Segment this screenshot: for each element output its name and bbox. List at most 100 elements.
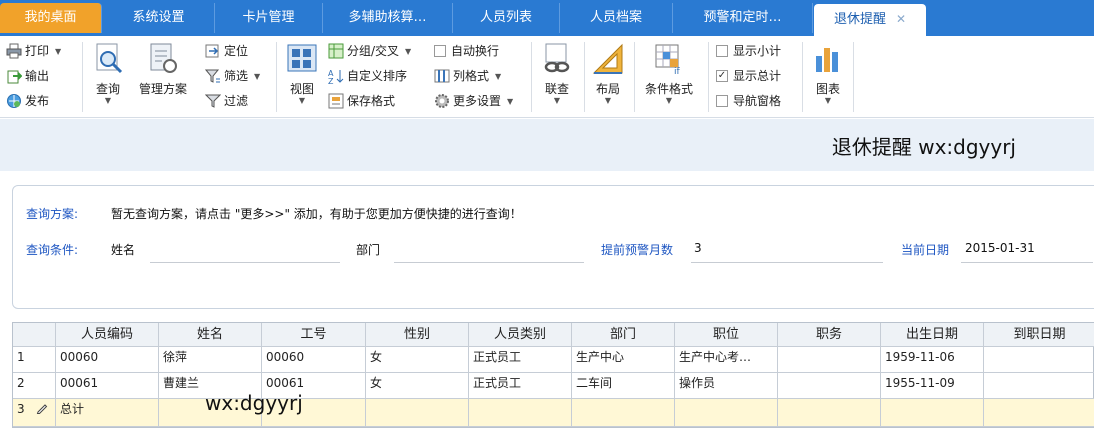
chevron-down-icon: ▼ bbox=[55, 46, 62, 56]
custom-sort-button[interactable]: AZ 自定义排序 bbox=[328, 65, 407, 87]
row-number: 2 bbox=[13, 373, 56, 399]
show-total-checkbox[interactable]: ✓ 显示总计 bbox=[716, 65, 781, 87]
cell-position[interactable]: 生产中心考… bbox=[675, 347, 778, 373]
header-work-no[interactable]: 工号 bbox=[262, 323, 366, 347]
save-format-icon bbox=[328, 93, 344, 109]
checkbox-icon bbox=[434, 44, 446, 57]
header-name[interactable]: 姓名 bbox=[159, 323, 262, 347]
funnel-icon bbox=[204, 93, 222, 109]
chevron-down-icon: ▼ bbox=[405, 46, 412, 56]
alert-months-label: 提前预警月数 bbox=[601, 243, 674, 257]
alert-months-field[interactable]: 3 bbox=[694, 241, 884, 255]
title-band: 退休提醒 wx:dgyyrj bbox=[0, 119, 1094, 171]
header-emp-type[interactable]: 人员类别 bbox=[469, 323, 572, 347]
cell-hire-date[interactable] bbox=[984, 347, 1094, 373]
header-duty[interactable]: 职务 bbox=[778, 323, 881, 347]
cell-dept[interactable]: 生产中心 bbox=[572, 347, 675, 373]
row-number: 3 bbox=[13, 399, 56, 427]
total-label: 总计 bbox=[56, 399, 159, 427]
cell-work-no[interactable]: 00060 bbox=[262, 347, 366, 373]
tab-system-settings[interactable]: 系统设置 bbox=[103, 3, 215, 33]
chevron-down-icon: ▼ bbox=[665, 96, 673, 105]
query-scheme-hint: 暂无查询方案，请点击 "更多>>" 添加，有助于您更加方便快捷的进行查询！ bbox=[111, 207, 522, 221]
cell-birth-date[interactable]: 1955-11-09 bbox=[881, 373, 984, 399]
view-button[interactable]: 视图 ▼ bbox=[280, 40, 324, 105]
save-format-button[interactable]: 保存格式 bbox=[328, 90, 395, 112]
tab-alerts-timing[interactable]: 预警和定时… bbox=[673, 3, 813, 33]
tab-bar: 我的桌面 系统设置 卡片管理 多辅助核算… 人员列表 人员档案 预警和定时… 退… bbox=[0, 0, 1094, 36]
cell-birth-date[interactable]: 1959-11-06 bbox=[881, 347, 984, 373]
query-panel: 查询方案: 暂无查询方案，请点击 "更多>>" 添加，有助于您更加方便快捷的进行… bbox=[12, 185, 1094, 309]
filter2-button[interactable]: 过滤 bbox=[204, 90, 248, 112]
locate-button[interactable]: 定位 bbox=[205, 40, 248, 62]
group-cross-button[interactable]: 分组/交叉 ▼ bbox=[328, 40, 411, 62]
query-button[interactable]: 查询 ▼ bbox=[86, 40, 130, 105]
checkbox-icon bbox=[716, 94, 728, 107]
tab-multi-aux-accounting[interactable]: 多辅助核算… bbox=[323, 3, 453, 33]
current-date-field[interactable]: 2015-01-31 bbox=[965, 241, 1091, 255]
header-hire-date[interactable]: 到职日期 bbox=[984, 323, 1094, 347]
checkmark-icon: ✓ bbox=[716, 69, 728, 82]
header-dept[interactable]: 部门 bbox=[572, 323, 675, 347]
cell-hire-date[interactable] bbox=[984, 373, 1094, 399]
locate-icon bbox=[205, 43, 221, 59]
cell-dept[interactable]: 二车间 bbox=[572, 373, 675, 399]
globe-icon bbox=[6, 93, 22, 109]
cond-format-button[interactable]: if 条件格式 ▼ bbox=[642, 40, 696, 105]
layout-button[interactable]: 布局 ▼ bbox=[586, 40, 630, 105]
cell-duty[interactable] bbox=[778, 347, 881, 373]
name-label: 姓名 bbox=[111, 243, 136, 257]
show-subtotal-checkbox[interactable]: 显示小计 bbox=[716, 40, 781, 62]
publish-button[interactable]: 发布 bbox=[6, 90, 49, 112]
dept-label: 部门 bbox=[356, 243, 381, 257]
manage-scheme-button[interactable]: 管理方案 bbox=[136, 40, 190, 97]
chevron-down-icon: ▼ bbox=[104, 96, 112, 105]
cell-gender[interactable]: 女 bbox=[366, 373, 469, 399]
query-scheme-label: 查询方案: bbox=[26, 207, 79, 221]
column-format-icon bbox=[434, 68, 450, 84]
sort-icon: AZ bbox=[328, 68, 344, 86]
current-date-label: 当前日期 bbox=[901, 243, 950, 257]
dept-field[interactable] bbox=[394, 241, 584, 259]
table-total-row[interactable]: 3 总计 bbox=[13, 399, 1094, 427]
chevron-down-icon: ▼ bbox=[553, 96, 561, 105]
header-position[interactable]: 职位 bbox=[675, 323, 778, 347]
close-icon[interactable]: ✕ bbox=[896, 12, 906, 26]
nav-pane-checkbox[interactable]: 导航窗格 bbox=[716, 90, 781, 112]
row-number: 1 bbox=[13, 347, 56, 373]
table-row[interactable]: 2 00061 曹建兰 00061 女 正式员工 二车间 操作员 1955-11… bbox=[13, 373, 1094, 399]
filter-button[interactable]: 筛选 ▼ bbox=[204, 65, 260, 87]
cell-position[interactable]: 操作员 bbox=[675, 373, 778, 399]
cell-emp-type[interactable]: 正式员工 bbox=[469, 373, 572, 399]
cell-name[interactable]: 徐萍 bbox=[159, 347, 262, 373]
tab-card-management[interactable]: 卡片管理 bbox=[215, 3, 323, 33]
table-row[interactable]: 1 00060 徐萍 00060 女 正式员工 生产中心 生产中心考… 1959… bbox=[13, 347, 1094, 373]
query-condition-label: 查询条件: bbox=[26, 243, 79, 257]
table-header-row: 人员编码 姓名 工号 性别 人员类别 部门 职位 职务 出生日期 到职日期 bbox=[13, 323, 1094, 347]
column-format-button[interactable]: 列格式 ▼ bbox=[434, 65, 501, 87]
print-button[interactable]: 打印 ▼ bbox=[6, 40, 61, 62]
more-settings-button[interactable]: 更多设置 ▼ bbox=[434, 90, 513, 112]
export-button[interactable]: 输出 bbox=[6, 65, 49, 87]
tab-retirement-reminder[interactable]: 退休提醒 ✕ bbox=[814, 4, 926, 36]
cell-emp-code[interactable]: 00061 bbox=[56, 373, 159, 399]
ribbon-toolbar: 打印 ▼ 输出 发布 查询 ▼ 管理方案 定位 筛选 ▼ 过滤 视图 ▼ 分组/… bbox=[0, 36, 1094, 118]
tab-personnel-list[interactable]: 人员列表 bbox=[453, 3, 560, 33]
magnifier-icon bbox=[91, 42, 125, 76]
cell-gender[interactable]: 女 bbox=[366, 347, 469, 373]
chart-button[interactable]: 图表 ▼ bbox=[806, 40, 850, 105]
cell-emp-type[interactable]: 正式员工 bbox=[469, 347, 572, 373]
header-emp-code[interactable]: 人员编码 bbox=[56, 323, 159, 347]
auto-wrap-checkbox[interactable]: 自动换行 bbox=[434, 40, 499, 62]
cell-duty[interactable] bbox=[778, 373, 881, 399]
name-field[interactable] bbox=[150, 241, 340, 259]
checkbox-icon bbox=[716, 44, 728, 57]
gear-icon bbox=[434, 93, 450, 109]
tab-label: 退休提醒 bbox=[833, 12, 886, 27]
tab-my-desktop[interactable]: 我的桌面 bbox=[0, 3, 102, 33]
header-birth-date[interactable]: 出生日期 bbox=[881, 323, 984, 347]
tab-personnel-archive[interactable]: 人员档案 bbox=[560, 3, 673, 33]
link-query-button[interactable]: 联查 ▼ bbox=[535, 40, 579, 105]
header-gender[interactable]: 性别 bbox=[366, 323, 469, 347]
cell-emp-code[interactable]: 00060 bbox=[56, 347, 159, 373]
